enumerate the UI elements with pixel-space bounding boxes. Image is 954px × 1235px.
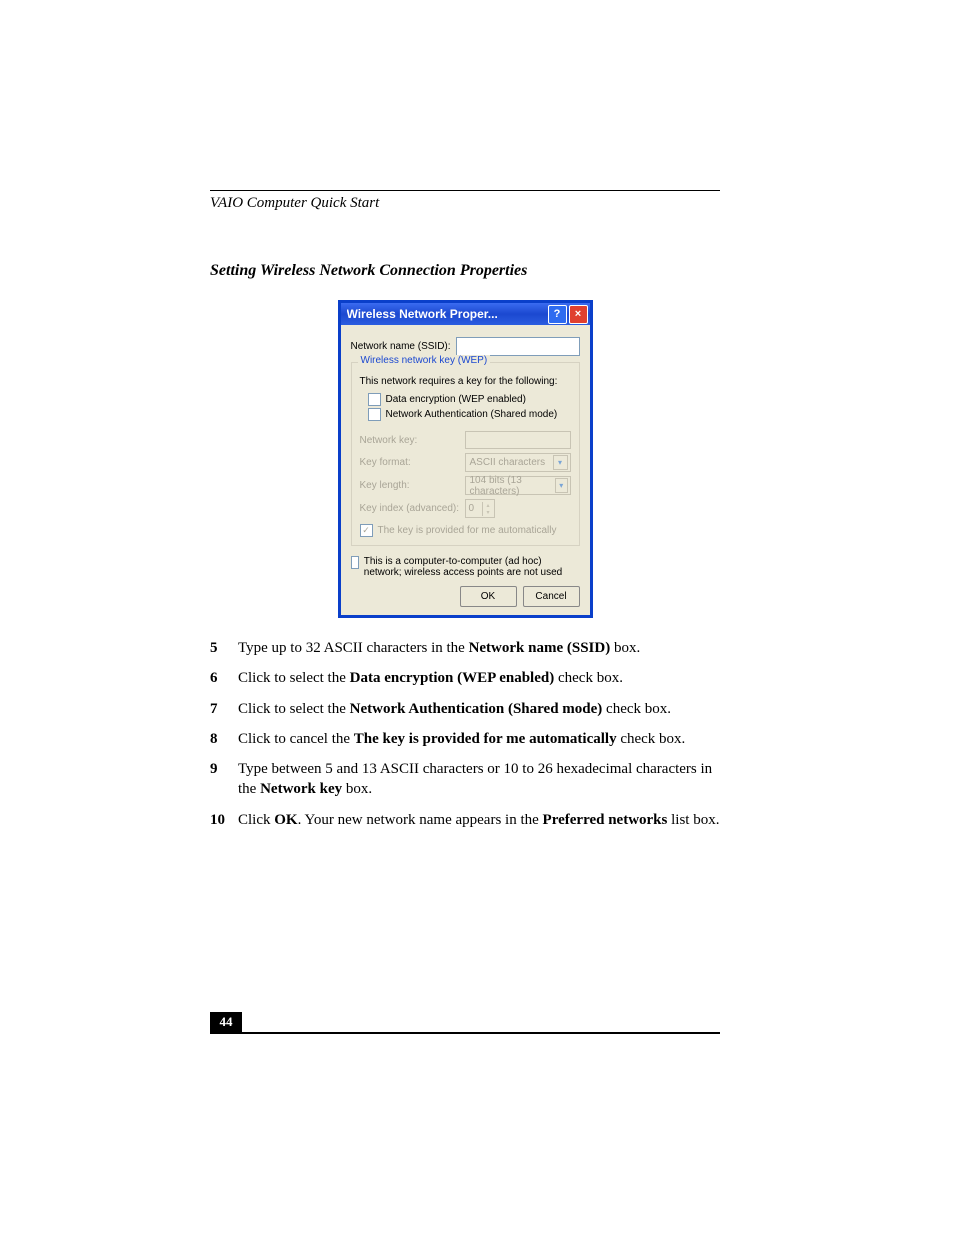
chevron-down-icon: ▾	[555, 478, 568, 493]
wep-note: This network requires a key for the foll…	[360, 376, 571, 387]
adhoc-checkbox[interactable]	[351, 556, 359, 569]
step-text: Type between 5 and 13 ASCII characters o…	[238, 759, 720, 800]
step-number: 10	[210, 810, 238, 830]
step-item: 7Click to select the Network Authenticat…	[210, 699, 720, 719]
step-item: 10Click OK. Your new network name appear…	[210, 810, 720, 830]
running-header: VAIO Computer Quick Start	[210, 195, 720, 212]
ok-button[interactable]: OK	[460, 586, 517, 607]
steps-list: 5Type up to 32 ASCII characters in the N…	[210, 638, 720, 830]
step-item: 5Type up to 32 ASCII characters in the N…	[210, 638, 720, 658]
close-icon[interactable]: ×	[569, 305, 588, 324]
encryption-checkbox[interactable]	[368, 393, 381, 406]
ssid-input[interactable]	[456, 337, 580, 356]
keylength-label: Key length:	[360, 480, 465, 491]
step-item: 8Click to cancel the The key is provided…	[210, 729, 720, 749]
titlebar-text: Wireless Network Proper...	[347, 307, 548, 321]
networkkey-input[interactable]	[465, 431, 571, 449]
step-item: 9Type between 5 and 13 ASCII characters …	[210, 759, 720, 800]
autokey-checkbox[interactable]: ✓	[360, 524, 373, 537]
step-number: 9	[210, 759, 238, 800]
step-item: 6Click to select the Data encryption (WE…	[210, 668, 720, 688]
keyindex-label: Key index (advanced):	[360, 503, 465, 514]
step-number: 8	[210, 729, 238, 749]
step-text: Click to cancel the The key is provided …	[238, 729, 720, 749]
keyformat-label: Key format:	[360, 457, 465, 468]
section-title: Setting Wireless Network Connection Prop…	[210, 262, 720, 280]
keyformat-select[interactable]: ASCII characters ▾	[465, 453, 571, 472]
keyindex-value: 0	[466, 503, 482, 514]
step-text: Click to select the Data encryption (WEP…	[238, 668, 720, 688]
adhoc-label: This is a computer-to-computer (ad hoc) …	[364, 556, 580, 578]
keylength-value: 104 bits (13 characters)	[470, 475, 555, 497]
help-icon[interactable]: ?	[548, 305, 567, 324]
auth-checkbox[interactable]	[368, 408, 381, 421]
step-text: Click to select the Network Authenticati…	[238, 699, 720, 719]
dialog-window: Wireless Network Proper... ? × Network n…	[338, 300, 593, 618]
cancel-button[interactable]: Cancel	[523, 586, 580, 607]
step-text: Type up to 32 ASCII characters in the Ne…	[238, 638, 720, 658]
titlebar: Wireless Network Proper... ? ×	[341, 303, 590, 325]
chevron-down-icon: ▾	[482, 509, 494, 516]
step-text: Click OK. Your new network name appears …	[238, 810, 720, 830]
keyformat-value: ASCII characters	[470, 457, 546, 468]
keylength-select[interactable]: 104 bits (13 characters) ▾	[465, 476, 571, 495]
step-number: 6	[210, 668, 238, 688]
step-number: 5	[210, 638, 238, 658]
networkkey-label: Network key:	[360, 435, 465, 446]
wep-groupbox: Wireless network key (WEP) This network …	[351, 362, 580, 546]
autokey-label: The key is provided for me automatically	[378, 525, 557, 536]
step-number: 7	[210, 699, 238, 719]
ssid-label: Network name (SSID):	[351, 341, 456, 352]
wep-legend: Wireless network key (WEP)	[358, 355, 491, 366]
chevron-down-icon: ▾	[553, 455, 568, 470]
chevron-up-icon: ▴	[482, 502, 494, 509]
auth-label: Network Authentication (Shared mode)	[386, 409, 558, 420]
page-number: 44	[210, 1012, 242, 1032]
encryption-label: Data encryption (WEP enabled)	[386, 394, 526, 405]
keyindex-stepper[interactable]: 0 ▴ ▾	[465, 499, 495, 518]
